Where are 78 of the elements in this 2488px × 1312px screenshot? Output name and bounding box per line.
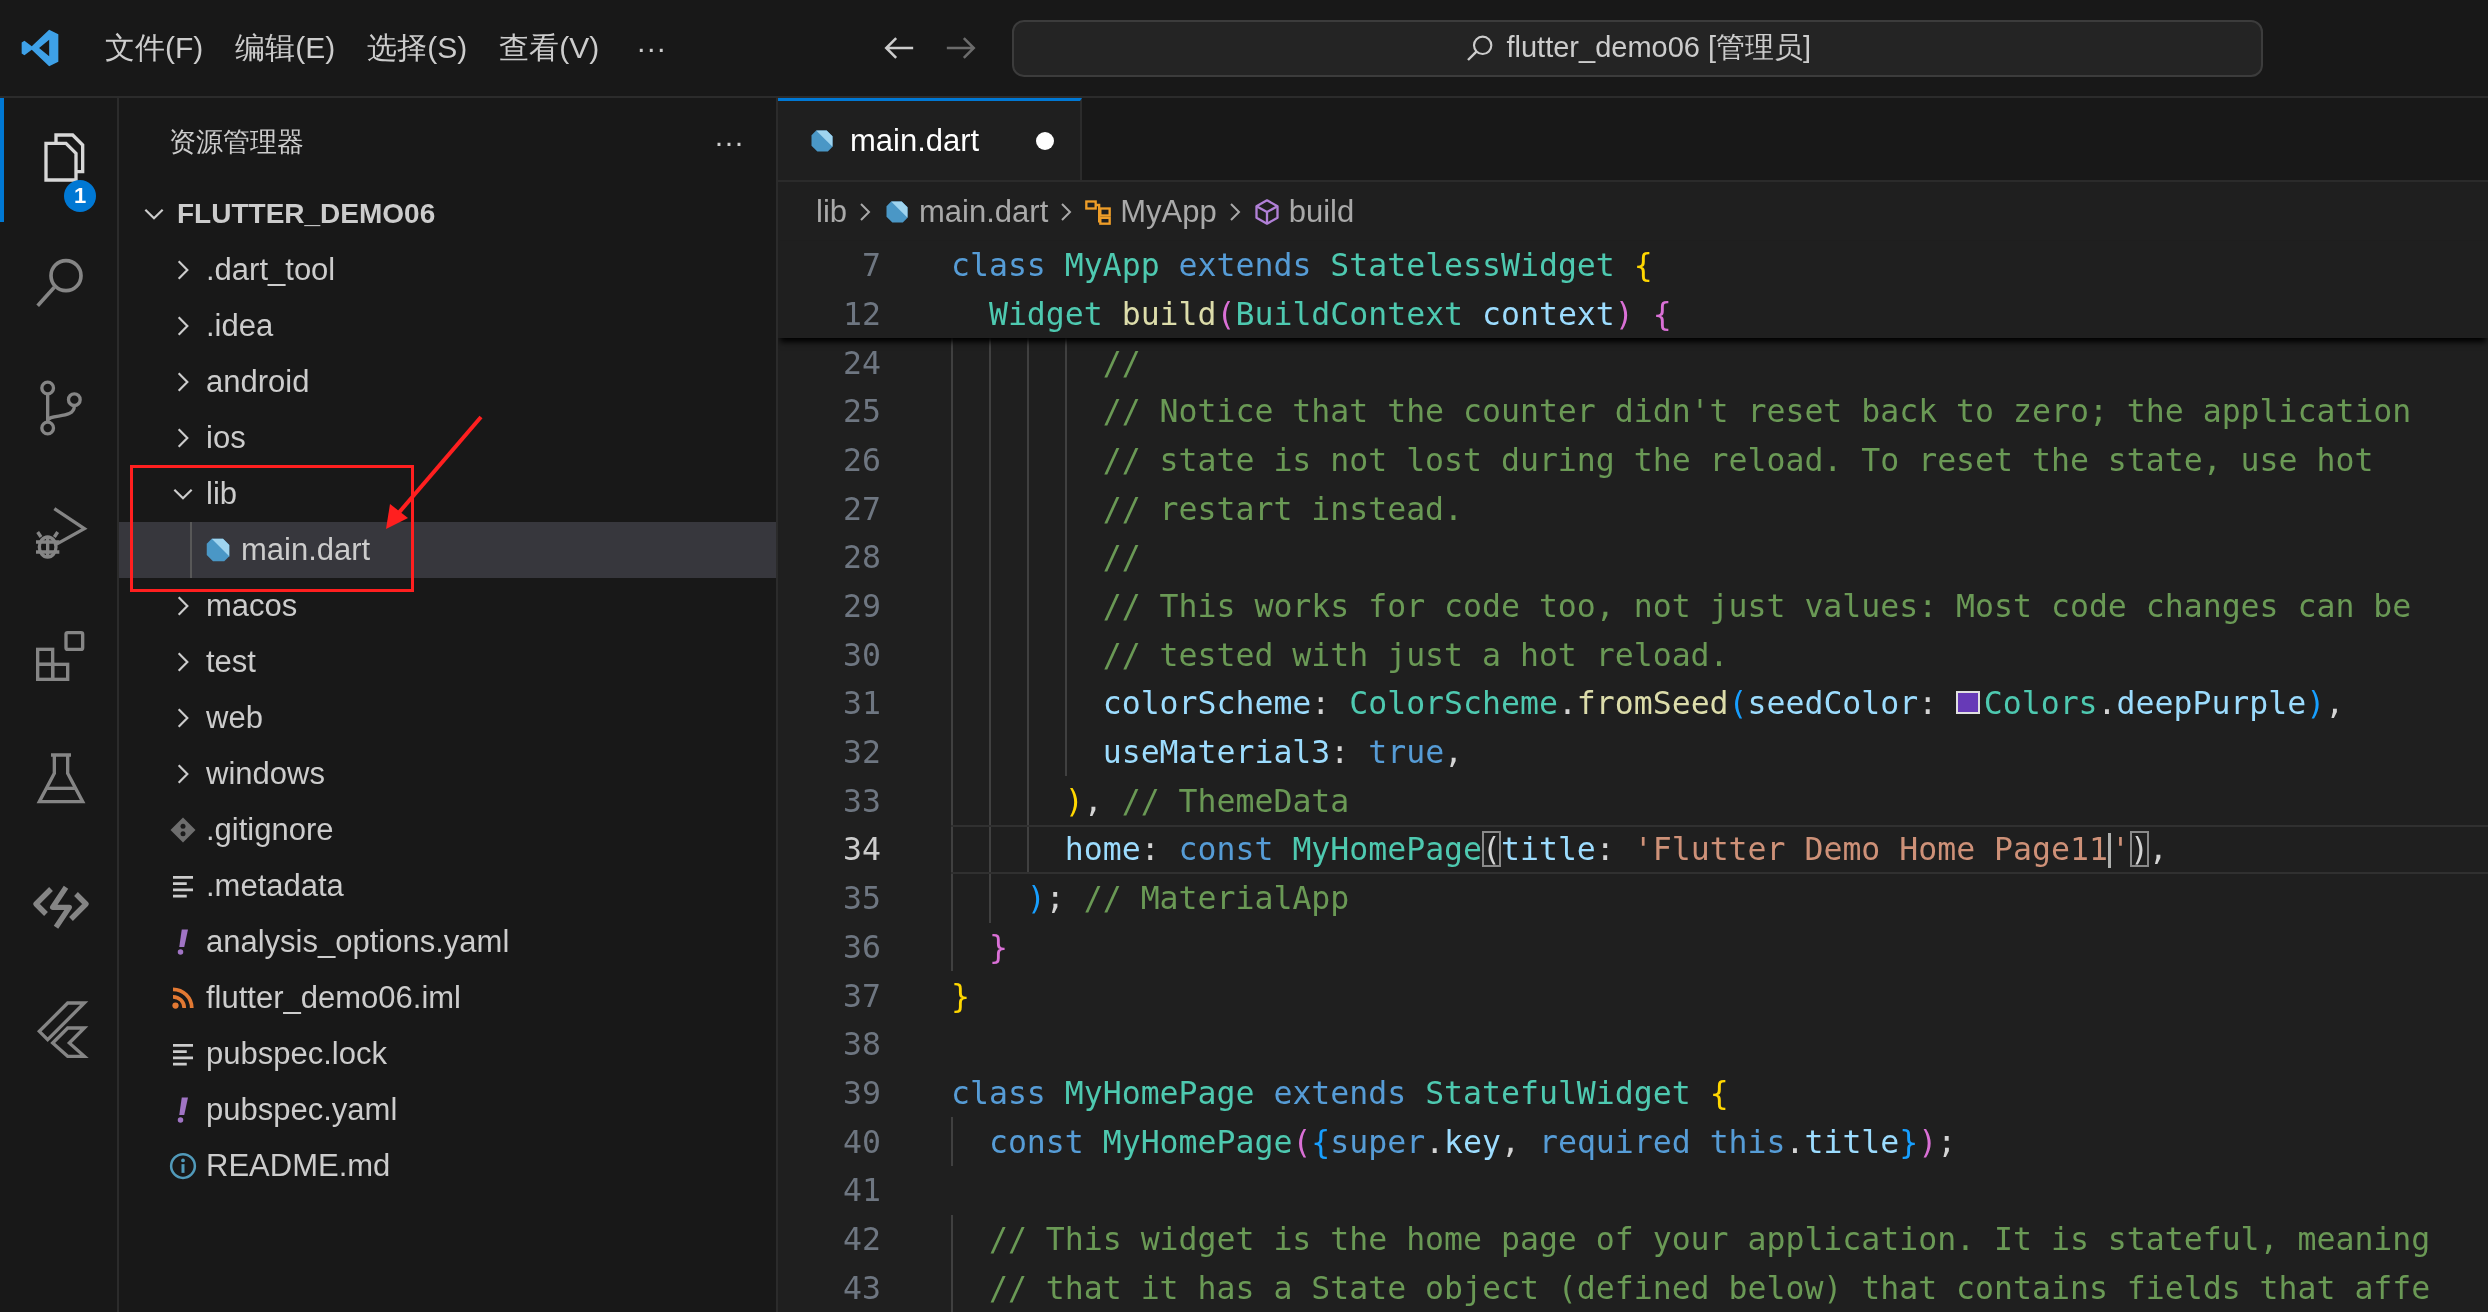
- file-item[interactable]: main.dart: [119, 522, 776, 578]
- breadcrumb-item[interactable]: MyApp: [1084, 193, 1217, 230]
- breadcrumb-item[interactable]: lib: [816, 193, 847, 230]
- folder-item[interactable]: .dart_tool: [119, 242, 776, 298]
- line-number: 25: [842, 393, 881, 430]
- class-icon: [1084, 197, 1113, 226]
- code-line: // This widget is the home page of your application. It is stateful, meaning: [951, 1214, 2488, 1264]
- folder-item[interactable]: web: [119, 690, 776, 746]
- folder-header[interactable]: FLUTTER_DEMO06: [119, 186, 776, 242]
- code-line: ); // MaterialApp: [951, 873, 2488, 923]
- code-line: useMaterial3: true,: [951, 727, 2488, 777]
- code-line: Widget build(BuildContext context) {: [987, 294, 1673, 334]
- code-line: }: [951, 976, 971, 1016]
- code-line: // This works for code too, not just values: Most code changes can be: [951, 581, 2488, 631]
- line-number: 34: [842, 831, 881, 868]
- more-button[interactable]: ···: [624, 25, 679, 71]
- line-number: 40: [842, 1123, 881, 1160]
- file-item[interactable]: flutter_demo06.iml: [119, 970, 776, 1026]
- file-item[interactable]: pubspec.yaml: [119, 1082, 776, 1138]
- code-line: ), // ThemeData: [951, 776, 2488, 826]
- code-line: }: [951, 922, 2488, 972]
- line-number: 39: [842, 1074, 881, 1111]
- command-center-search[interactable]: flutter_demo06 [管理员]: [1012, 19, 2264, 77]
- folder-item[interactable]: ios: [119, 410, 776, 466]
- line-number: 28: [842, 539, 881, 576]
- code-line: // state is not lost during the reload. To reset the state, use hot: [951, 435, 2488, 485]
- panel-title: 资源管理器: [169, 126, 304, 159]
- cube-icon: [1252, 197, 1281, 226]
- folder-item[interactable]: .idea: [119, 298, 776, 354]
- code-line: //: [951, 533, 2488, 582]
- line-number: 33: [842, 782, 881, 819]
- line-number: 36: [842, 928, 881, 965]
- notification-badge: 1: [64, 180, 96, 212]
- file-item[interactable]: pubspec.lock: [119, 1026, 776, 1082]
- code-line: //: [951, 338, 2488, 387]
- breadcrumb-item[interactable]: build: [1252, 193, 1355, 230]
- line-number: 42: [842, 1220, 881, 1257]
- file-item[interactable]: analysis_options.yaml: [119, 914, 776, 970]
- line-number: 35: [842, 880, 881, 917]
- line-number: 41: [842, 1172, 881, 1209]
- breadcrumb-item[interactable]: main.dart: [883, 193, 1049, 230]
- line-number: 7: [861, 247, 881, 284]
- line-number: 30: [842, 636, 881, 673]
- folder-item[interactable]: test: [119, 634, 776, 690]
- folder-item[interactable]: macos: [119, 578, 776, 634]
- code-line: // that it has a State object (defined below) that contains fields that affe: [951, 1263, 2488, 1312]
- line-number: 29: [842, 588, 881, 625]
- menu-item[interactable]: 查看(V): [486, 21, 613, 75]
- folder-item[interactable]: android: [119, 354, 776, 410]
- folder-item[interactable]: lib: [119, 466, 776, 522]
- line-number: 38: [842, 1026, 881, 1063]
- code-line: // Notice that the counter didn't reset back to zero; the application: [951, 386, 2488, 436]
- code-line: // tested with just a hot reload.: [951, 630, 2488, 680]
- more-button[interactable]: ···: [706, 121, 752, 163]
- file-item[interactable]: .metadata: [119, 858, 776, 914]
- line-number: 12: [842, 295, 881, 332]
- code-line: const MyHomePage({super.key, required this.title});: [951, 1117, 2488, 1166]
- code-line: home: const MyHomePage(title: 'Flutter Demo Home Page11'),: [951, 825, 2488, 874]
- line-number: 43: [842, 1269, 881, 1306]
- menu-item[interactable]: 编辑(E): [222, 21, 349, 75]
- menu-item[interactable]: 选择(S): [354, 21, 481, 75]
- code-line: colorScheme: ColorScheme.fromSeed(seedColor: Colors.deepPurple),: [951, 679, 2488, 728]
- code-line: class MyHomePage extends StatefulWidget {: [951, 1073, 1730, 1113]
- folder-item[interactable]: windows: [119, 746, 776, 802]
- file-item[interactable]: .gitignore: [119, 802, 776, 858]
- git-file-icon: [168, 815, 198, 845]
- file-item[interactable]: README.md: [119, 1138, 776, 1194]
- line-number: 32: [842, 734, 881, 771]
- line-number: 26: [842, 441, 881, 478]
- info-file-icon: [168, 1151, 198, 1181]
- editor-tab[interactable]: main.dart: [778, 98, 1082, 181]
- line-number: 27: [842, 490, 881, 527]
- code-line: // restart instead.: [951, 484, 2488, 533]
- line-number: 24: [842, 344, 881, 381]
- line-number: 31: [842, 685, 881, 722]
- line-number: 37: [842, 977, 881, 1014]
- menu-item[interactable]: 文件(F): [92, 21, 217, 75]
- code-line: class MyApp extends StatelessWidget {: [951, 246, 1654, 286]
